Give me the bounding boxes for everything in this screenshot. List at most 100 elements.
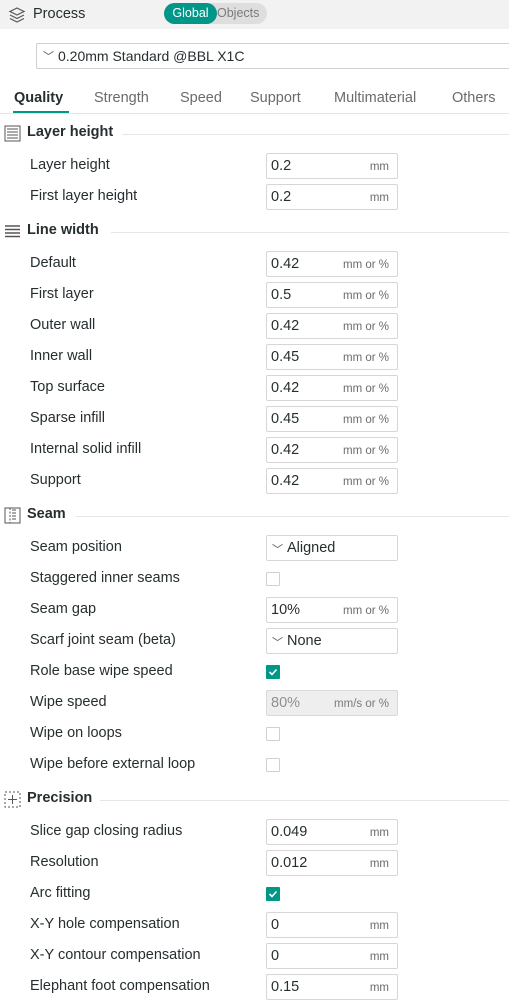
field-unit: mm or % [343, 605, 389, 617]
global-toggle-button[interactable]: Global [164, 3, 217, 24]
field-value: 0.15 [271, 979, 300, 995]
field-value: 0 [271, 917, 280, 933]
arc-fitting-checkbox[interactable] [266, 887, 280, 901]
setting-row: Internal solid infill 0.42 mm or % [0, 437, 509, 463]
setting-row: Resolution 0.012 mm [0, 850, 509, 876]
setting-row: Layer height 0.2 mm [0, 153, 509, 179]
inner-wall-line-width-input[interactable]: 0.45 mm or % [266, 344, 398, 370]
section-divider [122, 134, 509, 135]
setting-row: Wipe before external loop [0, 752, 509, 778]
seam-position-dropdown[interactable]: ﹀ Aligned [266, 535, 398, 561]
section-layer-height: Layer height [0, 123, 509, 143]
setting-label: Default [30, 255, 76, 271]
setting-row: Wipe speed 80% mm/s or % [0, 690, 509, 716]
setting-label: Support [30, 472, 81, 488]
tab-others[interactable]: Others [452, 90, 496, 106]
field-unit: mm [369, 858, 389, 870]
setting-label: Wipe speed [30, 694, 107, 710]
setting-row: Wipe on loops [0, 721, 509, 747]
scarf-joint-seam-dropdown[interactable]: ﹀ None [266, 628, 398, 654]
section-line-width: Line width [0, 221, 509, 241]
field-unit: mm or % [343, 445, 389, 457]
first-layer-line-width-input[interactable]: 0.5 mm or % [266, 282, 398, 308]
slice-gap-closing-radius-input[interactable]: 0.049 mm [266, 819, 398, 845]
elephant-foot-compensation-input[interactable]: 0.15 mm [266, 974, 398, 1000]
setting-row: X-Y hole compensation 0 mm [0, 912, 509, 938]
default-line-width-input[interactable]: 0.42 mm or % [266, 251, 398, 277]
field-value: 10% [271, 602, 301, 618]
process-preset-dropdown[interactable]: ﹀ 0.20mm Standard @BBL X1C [36, 43, 509, 69]
panel-title: Process [33, 6, 86, 22]
top-surface-line-width-input[interactable]: 0.42 mm or % [266, 375, 398, 401]
role-base-wipe-speed-checkbox[interactable] [266, 665, 280, 679]
setting-row: First layer height 0.2 mm [0, 184, 509, 210]
field-unit: mm [369, 192, 389, 204]
layer-height-input[interactable]: 0.2 mm [266, 153, 398, 179]
setting-row: Outer wall 0.42 mm or % [0, 313, 509, 339]
setting-label: X-Y hole compensation [30, 916, 180, 932]
setting-row: Support 0.42 mm or % [0, 468, 509, 494]
staggered-inner-seams-checkbox[interactable] [266, 572, 280, 586]
setting-label: Sparse infill [30, 410, 105, 426]
field-unit: mm or % [343, 476, 389, 488]
resolution-input[interactable]: 0.012 mm [266, 850, 398, 876]
field-value: 0.2 [271, 189, 292, 205]
first-layer-height-input[interactable]: 0.2 mm [266, 184, 398, 210]
setting-label: Outer wall [30, 317, 96, 333]
objects-toggle-button[interactable]: Objects [217, 3, 265, 24]
precision-icon [4, 791, 21, 808]
section-title: Layer height [27, 124, 114, 140]
section-divider [111, 232, 509, 233]
preset-value: 0.20mm Standard @BBL X1C [58, 48, 245, 64]
tab-multimaterial[interactable]: Multimaterial [334, 90, 416, 106]
setting-label: Inner wall [30, 348, 93, 364]
field-unit: mm [369, 161, 389, 173]
xy-hole-compensation-input[interactable]: 0 mm [266, 912, 398, 938]
field-unit: mm/s or % [334, 698, 389, 710]
field-value: 0.42 [271, 256, 300, 272]
field-value: 80% [271, 695, 301, 711]
dropdown-value: None [287, 633, 322, 649]
tab-strength[interactable]: Strength [94, 90, 149, 106]
setting-label: Slice gap closing radius [30, 823, 183, 839]
setting-label: Staggered inner seams [30, 570, 180, 586]
sparse-infill-line-width-input[interactable]: 0.45 mm or % [266, 406, 398, 432]
wipe-before-external-loop-checkbox[interactable] [266, 758, 280, 772]
field-value: 0.2 [271, 158, 292, 174]
tab-support[interactable]: Support [250, 90, 301, 106]
checkmark-icon [268, 668, 278, 676]
internal-solid-infill-line-width-input[interactable]: 0.42 mm or % [266, 437, 398, 463]
field-unit: mm or % [343, 321, 389, 333]
field-unit: mm [369, 920, 389, 932]
setting-row: Role base wipe speed [0, 659, 509, 685]
setting-row: Arc fitting [0, 881, 509, 907]
setting-row: X-Y contour compensation 0 mm [0, 943, 509, 969]
setting-row: Top surface 0.42 mm or % [0, 375, 509, 401]
line-width-icon [5, 225, 20, 238]
field-value: 0.45 [271, 349, 300, 365]
setting-row: Staggered inner seams [0, 566, 509, 592]
setting-label: Resolution [30, 854, 99, 870]
wipe-on-loops-checkbox[interactable] [266, 727, 280, 741]
field-unit: mm or % [343, 352, 389, 364]
setting-label: Seam gap [30, 601, 97, 617]
setting-row: First layer 0.5 mm or % [0, 282, 509, 308]
active-tab-indicator [13, 111, 69, 113]
seam-gap-input[interactable]: 10% mm or % [266, 597, 398, 623]
section-divider [100, 800, 509, 801]
field-unit: mm or % [343, 414, 389, 426]
seam-icon [4, 507, 21, 524]
field-value: 0.45 [271, 411, 300, 427]
support-line-width-input[interactable]: 0.42 mm or % [266, 468, 398, 494]
setting-label: Top surface [30, 379, 105, 395]
tab-speed[interactable]: Speed [180, 90, 222, 106]
field-unit: mm [369, 951, 389, 963]
outer-wall-line-width-input[interactable]: 0.42 mm or % [266, 313, 398, 339]
setting-label: Wipe on loops [30, 725, 122, 741]
global-objects-toggle[interactable]: Global Objects [164, 3, 267, 24]
tab-quality[interactable]: Quality [14, 90, 63, 106]
setting-label: First layer [30, 286, 94, 302]
section-precision: Precision [0, 789, 509, 809]
section-title: Line width [27, 222, 99, 238]
xy-contour-compensation-input[interactable]: 0 mm [266, 943, 398, 969]
